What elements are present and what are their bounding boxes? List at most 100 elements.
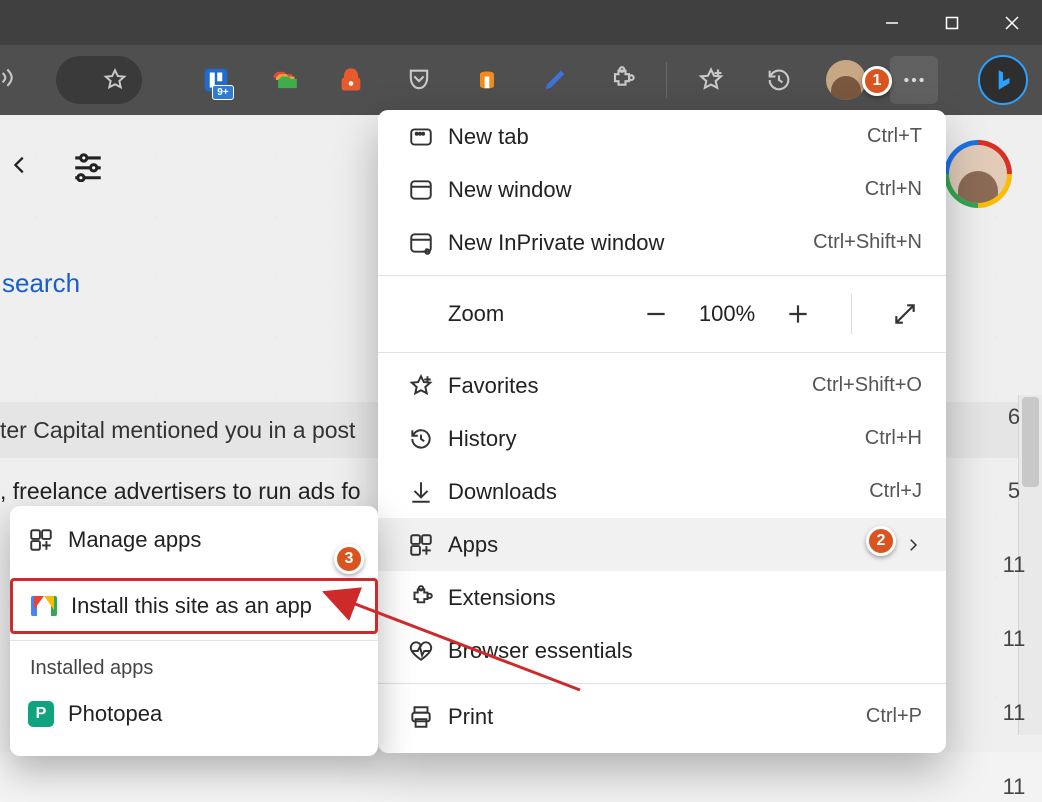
extension-badge: 9+	[212, 85, 233, 100]
photopea-icon: P	[28, 701, 54, 727]
window-maximize-button[interactable]	[922, 0, 982, 45]
menu-separator	[378, 275, 946, 276]
menu-new-inprivate[interactable]: New InPrivate window Ctrl+Shift+N	[378, 216, 946, 269]
menu-label: Print	[440, 704, 866, 730]
settings-menu: New tab Ctrl+T New window Ctrl+N New InP…	[378, 110, 946, 753]
content-line-text: , freelance advertisers to run ads fo	[0, 478, 361, 504]
menu-label: Favorites	[440, 373, 812, 399]
calendar-column: 6 5 11 11 11 11	[1000, 402, 1028, 802]
content-line: , freelance advertisers to run ads fo	[0, 478, 361, 505]
bing-chat-button[interactable]	[978, 56, 1028, 104]
downloads-icon	[402, 479, 440, 505]
heart-pulse-icon	[402, 638, 440, 664]
submenu-manage-apps[interactable]: Manage apps	[10, 512, 378, 568]
menu-shortcut: Ctrl+J	[869, 480, 922, 503]
cal-cell: 11	[1003, 624, 1026, 654]
submenu-label: Install this site as an app	[71, 593, 312, 619]
window-titlebar	[0, 0, 1042, 45]
read-aloud-icon[interactable]	[0, 56, 36, 104]
apps-icon	[28, 527, 54, 553]
favorites-icon	[402, 373, 440, 399]
menu-label: Browser essentials	[440, 638, 922, 664]
favorites-star-button[interactable]	[56, 56, 143, 104]
favorites-button[interactable]	[687, 56, 735, 104]
avatar-icon	[826, 60, 866, 100]
submenu-label: Manage apps	[68, 527, 201, 553]
menu-shortcut: Ctrl+H	[865, 427, 922, 450]
tune-filters-button[interactable]	[68, 135, 108, 195]
menu-label: History	[440, 426, 865, 452]
notification-text: ter Capital mentioned you in a post	[0, 417, 355, 444]
settings-more-button[interactable]	[890, 56, 938, 104]
menu-zoom-row: Zoom 100%	[378, 282, 946, 346]
menu-separator	[378, 352, 946, 353]
submenu-installed-header: Installed apps	[10, 647, 378, 686]
history-icon	[402, 426, 440, 452]
menu-label: Downloads	[440, 479, 869, 505]
extensions-icon	[402, 585, 440, 611]
avast-extension-icon[interactable]	[463, 56, 511, 104]
google-account-avatar[interactable]	[944, 140, 1012, 208]
menu-shortcut: Ctrl+T	[867, 125, 922, 148]
new-window-icon	[402, 177, 440, 203]
submenu-app-photopea[interactable]: P Photopea	[10, 686, 378, 742]
callout-badge-2: 2	[866, 526, 896, 556]
zoom-label: Zoom	[402, 301, 639, 327]
submenu-separator	[10, 640, 378, 641]
menu-new-tab[interactable]: New tab Ctrl+T	[378, 110, 946, 163]
print-icon	[402, 704, 440, 730]
gmail-icon	[31, 596, 57, 616]
zoom-in-button[interactable]	[781, 297, 815, 331]
menu-separator	[378, 683, 946, 684]
cal-cell: 11	[1003, 772, 1026, 802]
menu-shortcut: Ctrl+Shift+O	[812, 374, 922, 397]
menu-history[interactable]: History Ctrl+H	[378, 412, 946, 465]
toolbar-divider	[666, 62, 667, 98]
menu-extensions[interactable]: Extensions	[378, 571, 946, 624]
fullscreen-button[interactable]	[888, 297, 922, 331]
history-button[interactable]	[755, 56, 803, 104]
cal-cell: 5	[1008, 476, 1020, 506]
extensions-button[interactable]	[598, 56, 646, 104]
menu-label: Extensions	[440, 585, 922, 611]
apps-icon	[402, 532, 440, 558]
menu-downloads[interactable]: Downloads Ctrl+J	[378, 465, 946, 518]
back-button[interactable]	[0, 135, 40, 195]
cal-cell: 6	[1008, 402, 1020, 432]
inprivate-icon	[402, 230, 440, 256]
callout-badge-1: 1	[862, 66, 892, 96]
window-close-button[interactable]	[982, 0, 1042, 45]
menu-print[interactable]: Print Ctrl+P	[378, 690, 946, 743]
zoom-value: 100%	[695, 301, 759, 327]
cal-cell: 11	[1003, 550, 1026, 580]
menu-shortcut: Ctrl+N	[865, 178, 922, 201]
folders-extension-icon[interactable]	[260, 56, 308, 104]
search-link[interactable]: search	[0, 268, 80, 299]
pocket-extension-icon[interactable]	[395, 56, 443, 104]
menu-new-window[interactable]: New window Ctrl+N	[378, 163, 946, 216]
zoom-divider	[851, 294, 852, 334]
submenu-install-site-as-app[interactable]: Install this site as an app	[10, 578, 378, 634]
menu-shortcut: Ctrl+P	[866, 705, 922, 728]
avatar-icon	[949, 145, 1007, 203]
menu-browser-essentials[interactable]: Browser essentials	[378, 624, 946, 677]
new-tab-icon	[402, 124, 440, 150]
window-minimize-button[interactable]	[862, 0, 922, 45]
submenu-label: Photopea	[68, 701, 162, 727]
apps-submenu: Manage apps Install this site as an app …	[10, 506, 378, 756]
password-extension-icon[interactable]	[327, 56, 375, 104]
menu-apps[interactable]: Apps	[378, 518, 946, 571]
edit-extension-icon[interactable]	[531, 56, 579, 104]
menu-label: New window	[440, 177, 865, 203]
dashlane-extension-icon[interactable]: 9+	[192, 56, 240, 104]
chevron-right-icon	[904, 536, 922, 554]
menu-favorites[interactable]: Favorites Ctrl+Shift+O	[378, 359, 946, 412]
menu-label: New InPrivate window	[440, 230, 813, 256]
menu-label: New tab	[440, 124, 867, 150]
page-top-controls	[0, 135, 108, 195]
zoom-out-button[interactable]	[639, 297, 673, 331]
callout-badge-3: 3	[334, 544, 364, 574]
menu-label: Apps	[440, 532, 892, 558]
cal-cell: 11	[1003, 698, 1026, 728]
menu-shortcut: Ctrl+Shift+N	[813, 231, 922, 254]
